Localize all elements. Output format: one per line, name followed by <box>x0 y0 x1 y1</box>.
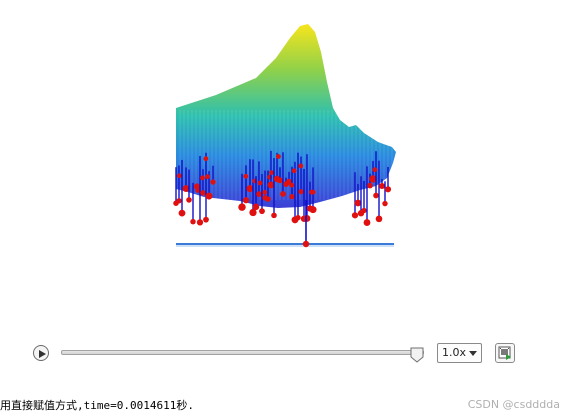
stem-marker <box>298 163 304 169</box>
playback-slider-track[interactable] <box>61 350 424 355</box>
stem-marker <box>178 209 186 217</box>
stem-marker <box>186 197 192 203</box>
stem-marker <box>259 208 265 215</box>
animation-figure <box>0 0 575 330</box>
slider-thumb-icon[interactable] <box>410 347 424 363</box>
stem-marker <box>203 156 209 162</box>
stem-marker <box>295 214 301 221</box>
stem-marker <box>310 189 316 195</box>
stem-marker <box>196 219 204 226</box>
stem-marker <box>382 200 388 207</box>
stem-marker <box>309 206 317 214</box>
stem-marker <box>289 182 295 188</box>
export-video-button[interactable] <box>495 343 515 363</box>
play-button[interactable] <box>33 345 49 361</box>
console-output: 用直接赋值方式,time=0.0014611秒. <box>0 399 194 412</box>
stem-marker <box>280 191 286 197</box>
stem-marker <box>303 215 311 222</box>
stem-marker <box>265 196 271 202</box>
stem-marker <box>210 179 216 185</box>
export-video-icon <box>498 346 511 360</box>
stem-marker <box>243 173 249 179</box>
stem-marker <box>361 207 367 214</box>
play-icon <box>39 350 46 358</box>
stem-marker <box>252 203 260 211</box>
stem-marker <box>375 215 383 223</box>
stem-marker <box>277 177 283 184</box>
stem-marker <box>367 182 373 189</box>
stem-marker <box>203 216 209 223</box>
stem-marker <box>257 180 263 186</box>
stem-marker <box>256 191 262 197</box>
stem-marker <box>205 174 210 180</box>
speed-value: 1.0x <box>442 346 467 359</box>
stem-marker <box>176 198 182 204</box>
stem-marker <box>238 203 246 211</box>
stem-marker <box>384 186 392 193</box>
stem-marker <box>291 168 297 174</box>
stem-marker <box>262 189 268 195</box>
stem-marker <box>242 197 250 204</box>
stem-marker <box>298 189 304 195</box>
stem-marker <box>289 194 295 200</box>
stem-marker <box>275 154 281 159</box>
stem-marker <box>190 218 196 225</box>
stem-marker <box>378 183 386 190</box>
stem-marker <box>271 212 277 219</box>
chevron-down-icon <box>469 351 477 356</box>
stem-marker <box>200 190 206 196</box>
stem-marker <box>372 167 378 173</box>
stem-marker <box>363 219 371 226</box>
stem-marker <box>200 175 205 181</box>
watermark: CSDN @csdddda <box>467 398 560 411</box>
stem-marker <box>205 192 213 200</box>
stem-marker <box>373 192 379 199</box>
stem-marker <box>302 240 310 248</box>
stem-marker <box>351 212 359 219</box>
surface-stem-plot <box>173 24 396 248</box>
stem-marker <box>176 173 182 179</box>
playback-speed-dropdown[interactable]: 1.0x <box>437 343 482 363</box>
